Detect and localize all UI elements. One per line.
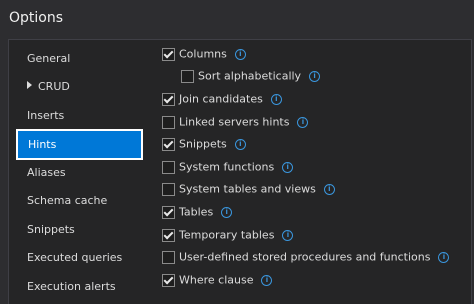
expand-arrow-icon[interactable] <box>27 81 32 89</box>
nav-item-schema-cache[interactable]: Schema cache <box>27 191 107 211</box>
option-user-defined-procedures[interactable]: User-defined stored procedures and funct… <box>162 250 450 268</box>
option-label: Temporary tables <box>179 228 275 242</box>
nav-item-snippets[interactable]: Snippets <box>27 220 75 240</box>
option-label: Where clause <box>179 273 254 287</box>
nav-item-inserts[interactable]: Inserts <box>27 106 64 126</box>
info-icon[interactable]: i <box>270 93 282 105</box>
system-tables-checkbox[interactable] <box>162 182 175 196</box>
window-title: Options <box>9 10 64 26</box>
join-candidates-checkbox[interactable] <box>162 92 175 106</box>
option-columns[interactable]: Columns i <box>162 47 246 65</box>
linked-servers-hints-checkbox[interactable] <box>162 115 175 129</box>
info-icon[interactable]: i <box>221 206 233 218</box>
option-linked-servers-hints[interactable]: Linked servers hints i <box>162 115 309 133</box>
info-icon[interactable]: i <box>261 274 273 286</box>
options-panel: General CRUD Inserts Hints Aliases Schem… <box>8 39 472 304</box>
snippets-checkbox[interactable] <box>162 137 175 151</box>
options-nav: General CRUD Inserts Hints Aliases Schem… <box>9 40 149 304</box>
option-label: User-defined stored procedures and funct… <box>179 250 431 264</box>
option-label: Snippets <box>179 137 227 151</box>
info-icon[interactable]: i <box>282 161 294 173</box>
option-label: Columns <box>179 47 227 61</box>
info-icon[interactable]: i <box>234 138 246 150</box>
option-tables[interactable]: Tables i <box>162 205 233 223</box>
option-join-candidates[interactable]: Join candidates i <box>162 92 282 110</box>
nav-item-crud[interactable]: CRUD <box>27 77 70 97</box>
nav-item-aliases[interactable]: Aliases <box>27 163 66 183</box>
tables-checkbox[interactable] <box>162 205 175 219</box>
option-label: Linked servers hints <box>179 115 290 129</box>
nav-item-general[interactable]: General <box>27 49 70 69</box>
option-where-clause[interactable]: Where clause i <box>162 273 273 291</box>
info-icon[interactable]: i <box>297 116 309 128</box>
nav-item-execution-alerts[interactable]: Execution alerts <box>27 277 116 297</box>
info-icon[interactable]: i <box>234 48 246 60</box>
info-icon[interactable]: i <box>309 70 321 82</box>
option-temporary-tables[interactable]: Temporary tables i <box>162 228 294 246</box>
nav-item-label: CRUD <box>38 80 70 93</box>
info-icon[interactable]: i <box>323 183 335 195</box>
columns-checkbox[interactable] <box>162 47 175 61</box>
option-label: Sort alphabetically <box>198 69 302 83</box>
nav-item-hints[interactable]: Hints <box>16 129 143 160</box>
sort-alphabetically-checkbox[interactable] <box>181 69 194 83</box>
option-label: System tables and views <box>179 182 316 196</box>
where-clause-checkbox[interactable] <box>162 273 175 287</box>
user-defined-checkbox[interactable] <box>162 250 175 264</box>
option-system-functions[interactable]: System functions i <box>162 160 294 178</box>
option-label: Tables <box>179 205 214 219</box>
system-functions-checkbox[interactable] <box>162 160 175 174</box>
nav-item-executed-queries[interactable]: Executed queries <box>27 248 122 268</box>
option-label: Join candidates <box>179 92 263 106</box>
temporary-tables-checkbox[interactable] <box>162 228 175 242</box>
option-snippets[interactable]: Snippets i <box>162 137 246 155</box>
info-icon[interactable]: i <box>438 251 450 263</box>
option-label: System functions <box>179 160 275 174</box>
option-sort-alphabetically[interactable]: Sort alphabetically i <box>181 69 321 87</box>
option-system-tables-and-views[interactable]: System tables and views i <box>162 182 335 200</box>
info-icon[interactable]: i <box>282 229 294 241</box>
